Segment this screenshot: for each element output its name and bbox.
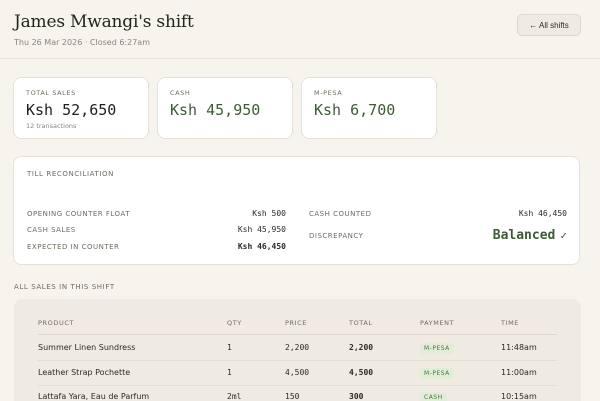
payment-badge: CASH: [420, 392, 447, 401]
row-product: Leather Strap Pochette: [38, 368, 131, 377]
cash-counted-value: Ksh 46,450: [518, 209, 567, 218]
row-total: 4,500: [349, 368, 374, 377]
check-icon: ✓: [560, 229, 567, 242]
expected-value: Ksh 46,450: [237, 242, 286, 251]
cash-sales-label: CASH SALES: [27, 225, 76, 234]
row-time: 11:00am: [501, 368, 537, 377]
cash-label: CASH: [170, 89, 191, 97]
column-header-product: PRODUCT: [38, 319, 75, 327]
reconciliation-title: TILL RECONCILIATION: [27, 170, 114, 178]
discrepancy-label: DISCREPANCY: [309, 231, 364, 240]
row-time: 11:48am: [501, 343, 537, 352]
row-divider: [38, 385, 557, 386]
mpesa-label: M-PESA: [314, 89, 343, 97]
till-reconciliation-card: TILL RECONCILIATION OPENING COUNTER FLOA…: [13, 156, 580, 265]
opening-float-value: Ksh 500: [252, 209, 286, 218]
column-header-total: TOTAL: [349, 319, 373, 327]
column-header-time: TIME: [501, 319, 520, 327]
total-sales-card: TOTAL SALES Ksh 52,650 12 transactions: [13, 77, 149, 139]
row-time: 10:15am: [501, 392, 537, 401]
header-divider-line: [38, 334, 557, 335]
header-divider: [0, 58, 600, 59]
cash-sales-row: CASH SALES Ksh 45,950: [27, 225, 286, 234]
cash-counted-label: CASH COUNTED: [309, 209, 372, 218]
cash-value: Ksh 45,950: [170, 101, 261, 119]
column-header-price: PRICE: [285, 319, 307, 327]
cash-card: CASH Ksh 45,950: [157, 77, 293, 139]
page-title: James Mwangi's shift: [14, 12, 194, 32]
cash-counted-row: CASH COUNTED Ksh 46,450: [309, 209, 567, 218]
row-divider: [38, 360, 557, 361]
cash-sales-value: Ksh 45,950: [237, 225, 286, 234]
discrepancy-status: Balanced ✓: [493, 228, 567, 243]
row-price: 2,200: [285, 343, 310, 352]
payment-badge: M-PESA: [420, 368, 454, 379]
column-header-payment: PAYMENT: [420, 319, 455, 327]
transaction-count: 12 transactions: [26, 122, 77, 130]
row-qty: 2ml: [227, 392, 242, 401]
mpesa-card: M-PESA Ksh 6,700: [301, 77, 437, 139]
row-total: 2,200: [349, 343, 374, 352]
row-total: 300: [349, 392, 364, 401]
mpesa-value: Ksh 6,700: [314, 101, 396, 119]
opening-float-row: OPENING COUNTER FLOAT Ksh 500: [27, 209, 286, 218]
total-sales-label: TOTAL SALES: [26, 89, 76, 97]
all-shifts-button[interactable]: ← All shifts: [517, 14, 581, 36]
payment-badge: M-PESA: [420, 343, 454, 354]
row-product: Lattafa Yara, Eau de Parfum: [38, 392, 150, 401]
shift-subtitle: Thu 26 Mar 2026 · Closed 6:27am: [14, 38, 150, 47]
total-sales-value: Ksh 52,650: [26, 101, 117, 119]
row-product: Summer Linen Sundress: [38, 343, 136, 352]
row-price: 4,500: [285, 368, 310, 377]
row-qty: 1: [227, 368, 232, 377]
expected-label: EXPECTED IN COUNTER: [27, 242, 120, 251]
discrepancy-row: DISCREPANCY Balanced ✓: [309, 228, 567, 243]
opening-float-label: OPENING COUNTER FLOAT: [27, 209, 130, 218]
column-header-qty: QTY: [227, 319, 242, 327]
sales-section-title: ALL SALES IN THIS SHIFT: [14, 283, 115, 291]
page-header: James Mwangi's shift Thu 26 Mar 2026 · C…: [14, 12, 194, 47]
discrepancy-value: Balanced: [492, 228, 556, 243]
row-qty: 1: [227, 343, 232, 352]
sales-table: PRODUCT QTY PRICE TOTAL PAYMENT TIME Sum…: [14, 299, 581, 401]
row-price: 150: [285, 392, 300, 401]
expected-row: EXPECTED IN COUNTER Ksh 46,450: [27, 242, 286, 251]
